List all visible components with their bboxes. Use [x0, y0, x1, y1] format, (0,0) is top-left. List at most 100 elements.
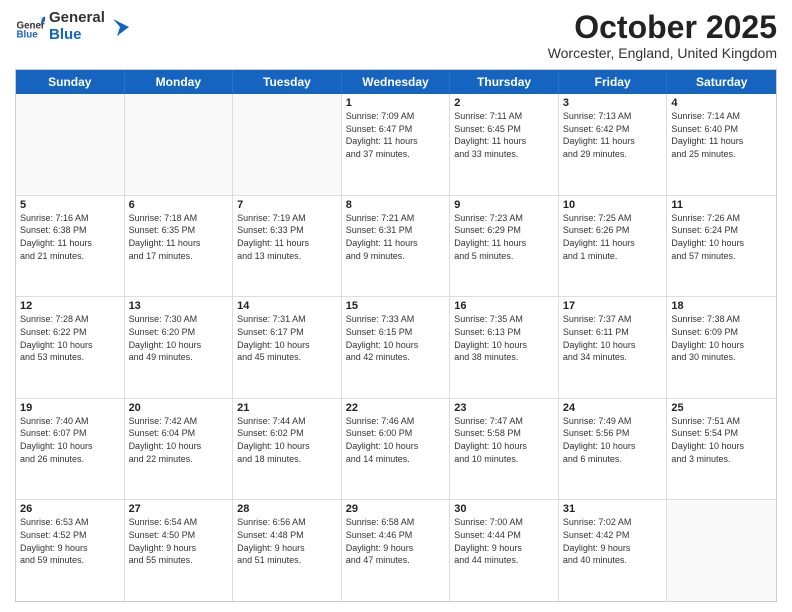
day-header: Sunday	[16, 70, 125, 94]
day-info: Sunrise: 7:30 AM Sunset: 6:20 PM Dayligh…	[129, 313, 229, 363]
day-number: 31	[563, 503, 663, 515]
week-row: 12Sunrise: 7:28 AM Sunset: 6:22 PM Dayli…	[16, 296, 776, 398]
day-info: Sunrise: 7:25 AM Sunset: 6:26 PM Dayligh…	[563, 212, 663, 262]
logo-arrow-icon	[109, 16, 131, 38]
day-number: 7	[237, 199, 337, 211]
day-cell: 12Sunrise: 7:28 AM Sunset: 6:22 PM Dayli…	[16, 297, 125, 398]
day-header: Friday	[559, 70, 668, 94]
day-cell: 10Sunrise: 7:25 AM Sunset: 6:26 PM Dayli…	[559, 196, 668, 297]
page: General Blue General Blue October 2025 W…	[0, 0, 792, 612]
day-info: Sunrise: 7:31 AM Sunset: 6:17 PM Dayligh…	[237, 313, 337, 363]
logo-icon: General Blue	[15, 12, 45, 42]
day-info: Sunrise: 7:51 AM Sunset: 5:54 PM Dayligh…	[671, 415, 772, 465]
day-cell: 14Sunrise: 7:31 AM Sunset: 6:17 PM Dayli…	[233, 297, 342, 398]
week-row: 19Sunrise: 7:40 AM Sunset: 6:07 PM Dayli…	[16, 398, 776, 500]
day-number: 8	[346, 199, 446, 211]
day-cell: 5Sunrise: 7:16 AM Sunset: 6:38 PM Daylig…	[16, 196, 125, 297]
week-row: 1Sunrise: 7:09 AM Sunset: 6:47 PM Daylig…	[16, 94, 776, 195]
day-number: 5	[20, 199, 120, 211]
day-number: 1	[346, 97, 446, 109]
day-info: Sunrise: 7:14 AM Sunset: 6:40 PM Dayligh…	[671, 110, 772, 160]
day-number: 18	[671, 300, 772, 312]
day-number: 16	[454, 300, 554, 312]
day-info: Sunrise: 7:33 AM Sunset: 6:15 PM Dayligh…	[346, 313, 446, 363]
day-number: 27	[129, 503, 229, 515]
day-cell: 20Sunrise: 7:42 AM Sunset: 6:04 PM Dayli…	[125, 399, 234, 500]
svg-text:Blue: Blue	[17, 29, 39, 40]
day-info: Sunrise: 7:26 AM Sunset: 6:24 PM Dayligh…	[671, 212, 772, 262]
day-header: Monday	[125, 70, 234, 94]
day-cell: 29Sunrise: 6:58 AM Sunset: 4:46 PM Dayli…	[342, 500, 451, 601]
day-header: Saturday	[667, 70, 776, 94]
day-cell: 28Sunrise: 6:56 AM Sunset: 4:48 PM Dayli…	[233, 500, 342, 601]
day-cell: 25Sunrise: 7:51 AM Sunset: 5:54 PM Dayli…	[667, 399, 776, 500]
day-cell: 8Sunrise: 7:21 AM Sunset: 6:31 PM Daylig…	[342, 196, 451, 297]
day-header: Tuesday	[233, 70, 342, 94]
day-cell: 2Sunrise: 7:11 AM Sunset: 6:45 PM Daylig…	[450, 94, 559, 195]
day-number: 9	[454, 199, 554, 211]
day-info: Sunrise: 7:02 AM Sunset: 4:42 PM Dayligh…	[563, 516, 663, 566]
day-headers: SundayMondayTuesdayWednesdayThursdayFrid…	[16, 70, 776, 94]
day-header: Thursday	[450, 70, 559, 94]
empty-day-cell	[233, 94, 342, 195]
day-info: Sunrise: 7:37 AM Sunset: 6:11 PM Dayligh…	[563, 313, 663, 363]
day-cell: 26Sunrise: 6:53 AM Sunset: 4:52 PM Dayli…	[16, 500, 125, 601]
day-info: Sunrise: 6:54 AM Sunset: 4:50 PM Dayligh…	[129, 516, 229, 566]
day-cell: 21Sunrise: 7:44 AM Sunset: 6:02 PM Dayli…	[233, 399, 342, 500]
day-info: Sunrise: 7:13 AM Sunset: 6:42 PM Dayligh…	[563, 110, 663, 160]
day-cell: 17Sunrise: 7:37 AM Sunset: 6:11 PM Dayli…	[559, 297, 668, 398]
day-cell: 7Sunrise: 7:19 AM Sunset: 6:33 PM Daylig…	[233, 196, 342, 297]
title-block: October 2025 Worcester, England, United …	[548, 10, 777, 61]
day-number: 23	[454, 402, 554, 414]
day-info: Sunrise: 7:49 AM Sunset: 5:56 PM Dayligh…	[563, 415, 663, 465]
day-cell: 30Sunrise: 7:00 AM Sunset: 4:44 PM Dayli…	[450, 500, 559, 601]
day-cell: 24Sunrise: 7:49 AM Sunset: 5:56 PM Dayli…	[559, 399, 668, 500]
day-info: Sunrise: 6:53 AM Sunset: 4:52 PM Dayligh…	[20, 516, 120, 566]
day-number: 19	[20, 402, 120, 414]
day-number: 12	[20, 300, 120, 312]
day-number: 17	[563, 300, 663, 312]
day-cell: 6Sunrise: 7:18 AM Sunset: 6:35 PM Daylig…	[125, 196, 234, 297]
day-cell: 31Sunrise: 7:02 AM Sunset: 4:42 PM Dayli…	[559, 500, 668, 601]
day-number: 3	[563, 97, 663, 109]
day-info: Sunrise: 6:56 AM Sunset: 4:48 PM Dayligh…	[237, 516, 337, 566]
day-cell: 11Sunrise: 7:26 AM Sunset: 6:24 PM Dayli…	[667, 196, 776, 297]
day-info: Sunrise: 7:11 AM Sunset: 6:45 PM Dayligh…	[454, 110, 554, 160]
day-info: Sunrise: 7:28 AM Sunset: 6:22 PM Dayligh…	[20, 313, 120, 363]
day-info: Sunrise: 7:35 AM Sunset: 6:13 PM Dayligh…	[454, 313, 554, 363]
day-header: Wednesday	[342, 70, 451, 94]
day-info: Sunrise: 6:58 AM Sunset: 4:46 PM Dayligh…	[346, 516, 446, 566]
day-info: Sunrise: 7:21 AM Sunset: 6:31 PM Dayligh…	[346, 212, 446, 262]
day-number: 21	[237, 402, 337, 414]
calendar: SundayMondayTuesdayWednesdayThursdayFrid…	[15, 69, 777, 602]
day-info: Sunrise: 7:42 AM Sunset: 6:04 PM Dayligh…	[129, 415, 229, 465]
logo-blue-text: Blue	[49, 27, 105, 44]
empty-day-cell	[125, 94, 234, 195]
day-number: 26	[20, 503, 120, 515]
location: Worcester, England, United Kingdom	[548, 45, 777, 61]
header: General Blue General Blue October 2025 W…	[15, 10, 777, 61]
day-number: 25	[671, 402, 772, 414]
day-number: 22	[346, 402, 446, 414]
logo: General Blue General Blue	[15, 10, 131, 43]
day-cell: 13Sunrise: 7:30 AM Sunset: 6:20 PM Dayli…	[125, 297, 234, 398]
day-number: 11	[671, 199, 772, 211]
day-info: Sunrise: 7:23 AM Sunset: 6:29 PM Dayligh…	[454, 212, 554, 262]
empty-day-cell	[16, 94, 125, 195]
day-number: 4	[671, 97, 772, 109]
day-info: Sunrise: 7:00 AM Sunset: 4:44 PM Dayligh…	[454, 516, 554, 566]
day-cell: 9Sunrise: 7:23 AM Sunset: 6:29 PM Daylig…	[450, 196, 559, 297]
day-info: Sunrise: 7:16 AM Sunset: 6:38 PM Dayligh…	[20, 212, 120, 262]
logo-general-text: General	[49, 10, 105, 27]
day-number: 20	[129, 402, 229, 414]
day-number: 6	[129, 199, 229, 211]
day-cell: 1Sunrise: 7:09 AM Sunset: 6:47 PM Daylig…	[342, 94, 451, 195]
day-cell: 4Sunrise: 7:14 AM Sunset: 6:40 PM Daylig…	[667, 94, 776, 195]
month-title: October 2025	[548, 10, 777, 45]
day-info: Sunrise: 7:19 AM Sunset: 6:33 PM Dayligh…	[237, 212, 337, 262]
day-info: Sunrise: 7:46 AM Sunset: 6:00 PM Dayligh…	[346, 415, 446, 465]
day-number: 30	[454, 503, 554, 515]
empty-day-cell	[667, 500, 776, 601]
week-row: 26Sunrise: 6:53 AM Sunset: 4:52 PM Dayli…	[16, 499, 776, 601]
calendar-body: 1Sunrise: 7:09 AM Sunset: 6:47 PM Daylig…	[16, 94, 776, 601]
